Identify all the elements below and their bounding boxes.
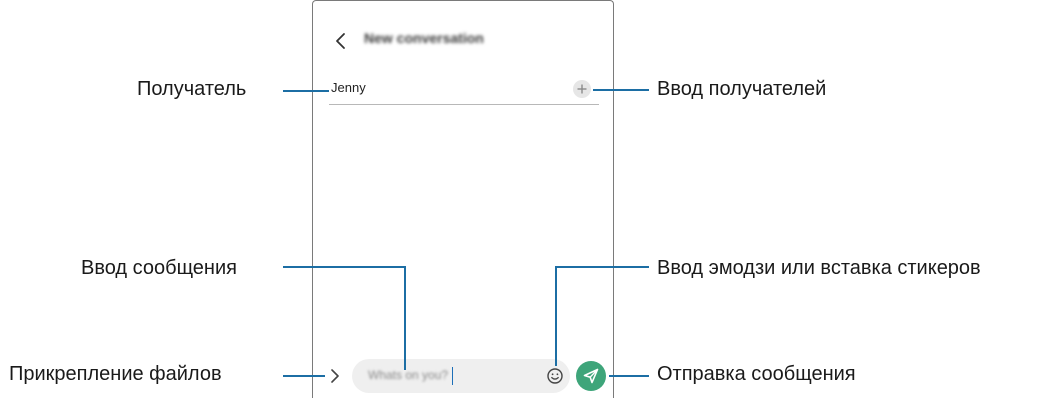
callout-enter-message: Ввод сообщения	[81, 257, 237, 279]
send-button[interactable]	[576, 361, 606, 391]
callout-line-send-message	[609, 375, 649, 377]
callout-recipient: Получатель	[137, 78, 247, 100]
phone-screen	[312, 0, 614, 398]
callout-attach-files: Прикрепление файлов	[9, 363, 222, 385]
callout-send-message: Отправка сообщения	[657, 363, 856, 385]
callout-line-emoji-stickers-v	[555, 266, 557, 366]
message-placeholder: Whats on you?	[368, 368, 449, 382]
add-recipient-button[interactable]	[573, 80, 591, 98]
callout-line-enter-message-h	[283, 266, 406, 268]
callout-line-enter-message-v	[404, 266, 406, 370]
callout-line-enter-recipients	[593, 89, 649, 91]
callout-line-emoji-stickers-h	[555, 266, 649, 268]
recipient-divider	[329, 104, 599, 105]
message-input[interactable]: Whats on you?	[352, 359, 570, 393]
callout-line-attach-files	[283, 375, 325, 377]
smiley-icon[interactable]	[546, 367, 564, 385]
paper-plane-icon	[583, 368, 599, 384]
chevron-right-icon[interactable]	[329, 367, 341, 385]
chevron-left-icon[interactable]	[334, 32, 348, 50]
plus-icon	[577, 84, 587, 94]
text-cursor	[452, 367, 453, 385]
callout-emoji-stickers: Ввод эмодзи или вставка стикеров	[657, 257, 981, 279]
page-title: New conversation	[364, 30, 484, 46]
recipient-field[interactable]: Jenny	[331, 80, 366, 95]
callout-enter-recipients: Ввод получателей	[657, 78, 827, 100]
callout-line-recipient	[283, 90, 329, 92]
